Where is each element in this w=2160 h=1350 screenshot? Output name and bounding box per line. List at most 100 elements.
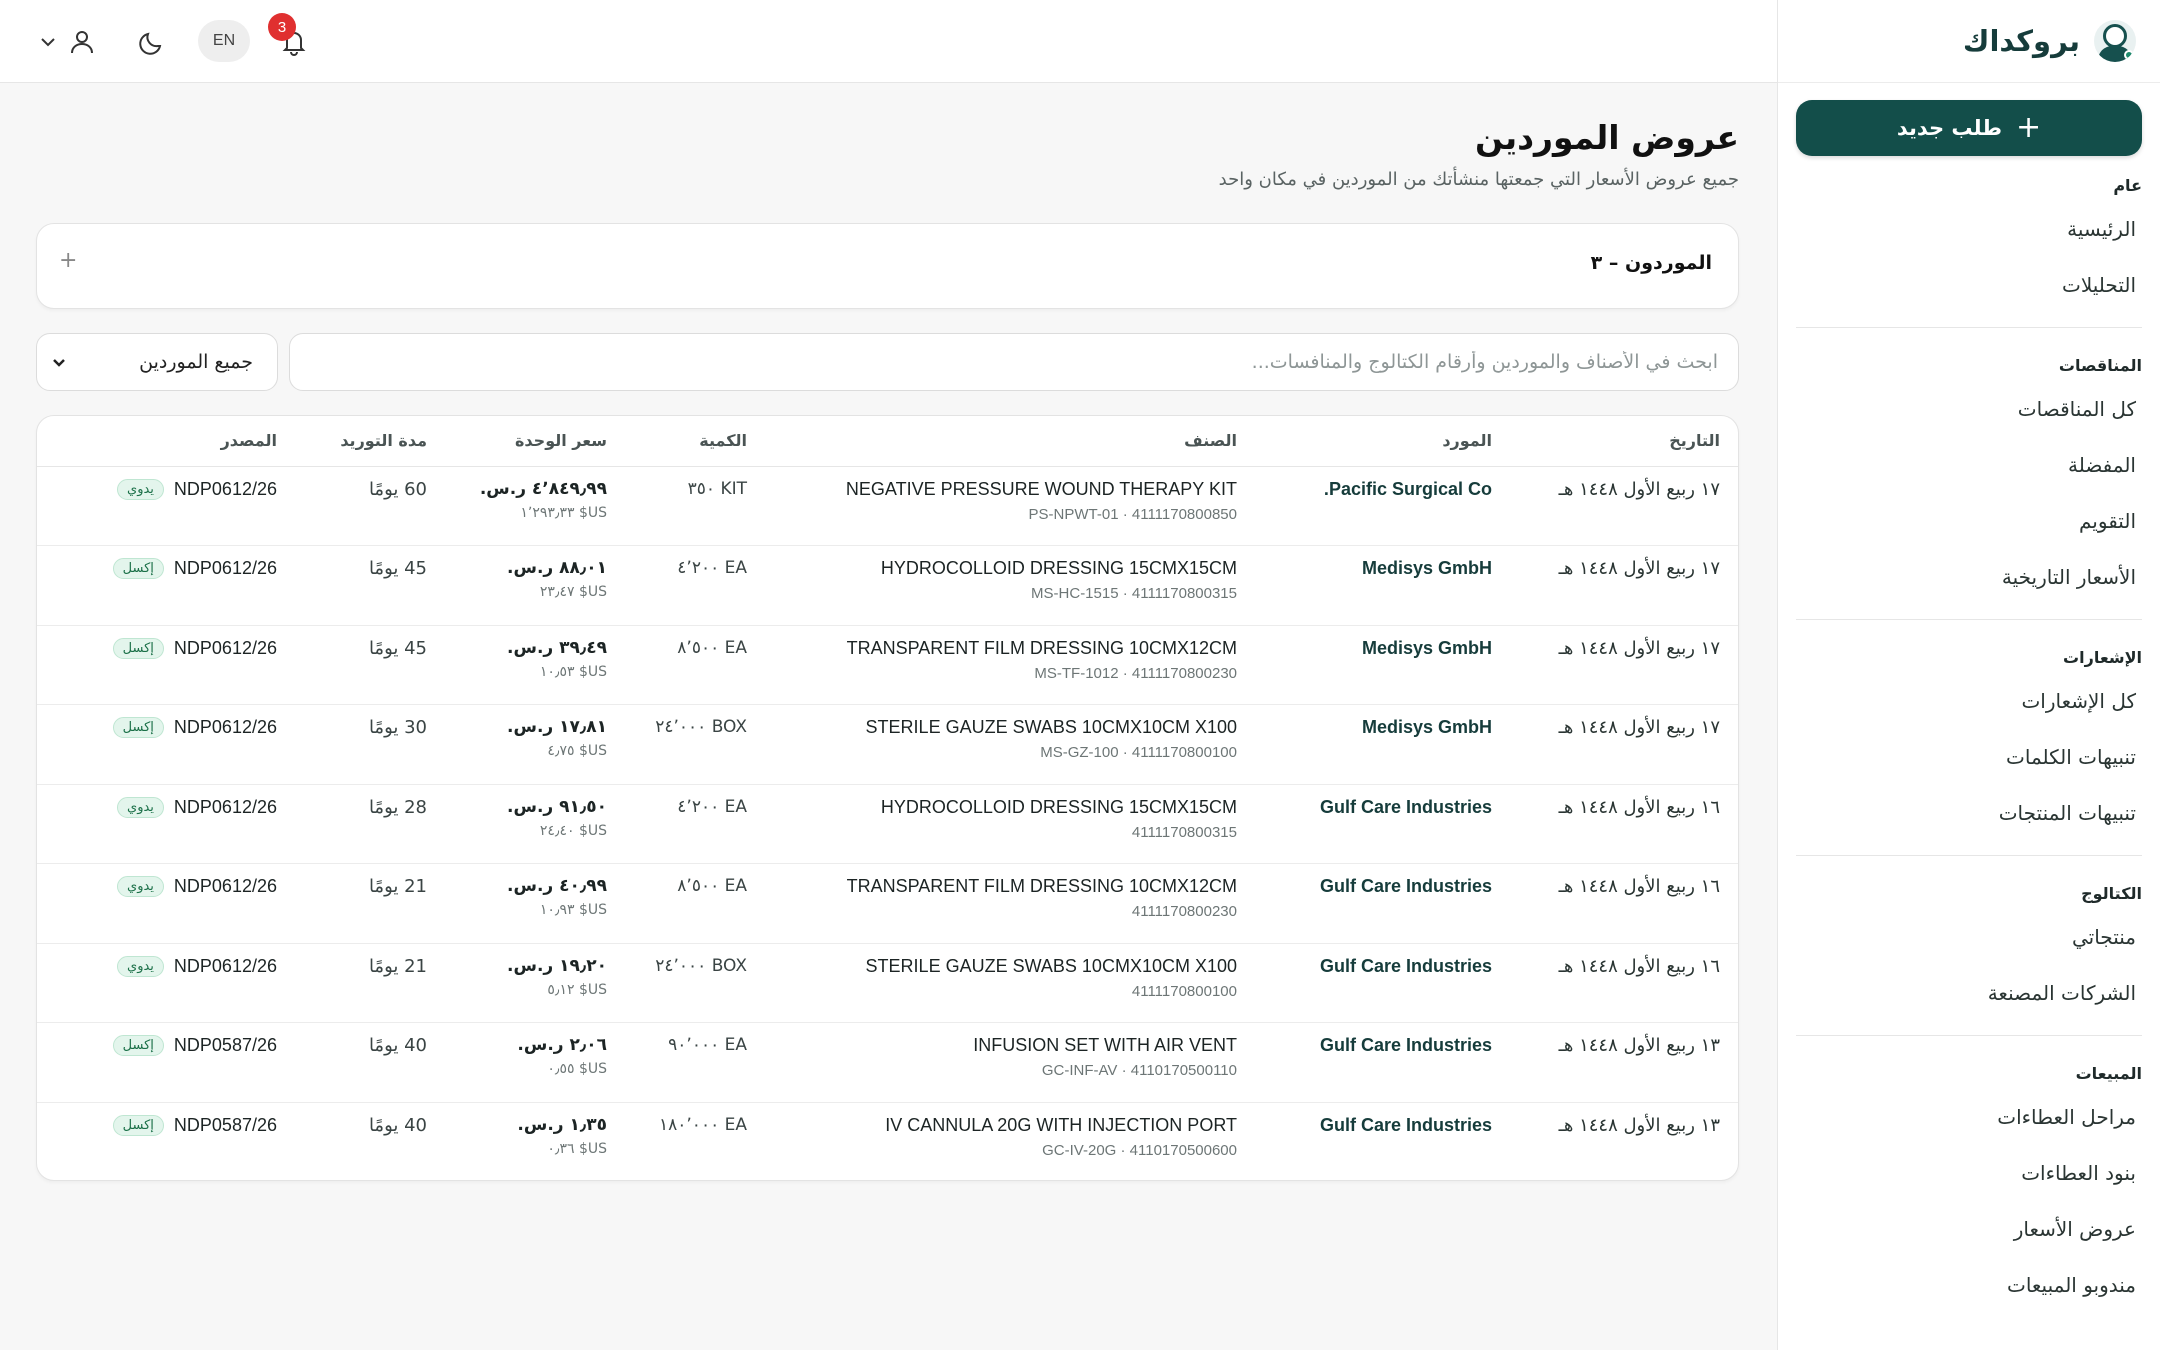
cell-lead-time: 21 يومًا — [295, 943, 445, 1023]
supplier-filter-select[interactable]: جميع الموردين — [36, 333, 278, 391]
notification-badge: 3 — [268, 13, 296, 41]
cell-supplier[interactable]: Medisys GmbH — [1255, 704, 1510, 785]
cell-date: ١٦ ربيع الأول ١٤٤٨ هـ — [1510, 863, 1738, 944]
cell-source: إكسل NDP0612/26 — [37, 545, 295, 626]
price-usd: US$ ١٬٢٩٣٫٣٣ — [520, 504, 607, 521]
price-usd: US$ ٢٣٫٤٧ — [539, 584, 607, 600]
source-ref[interactable]: NDP0612/26 — [174, 479, 277, 500]
sidebar-item[interactable]: بنود العطاءات — [1778, 1147, 2160, 1203]
cell-qty: EA ٤٬٢٠٠ — [625, 784, 765, 864]
source-ref[interactable]: NDP0612/26 — [174, 558, 277, 579]
table-row[interactable]: ١٣ ربيع الأول ١٤٤٨ هـ Gulf Care Industri… — [37, 1022, 1738, 1103]
bell-icon[interactable]: 3 — [268, 13, 314, 62]
cell-date: ١٦ ربيع الأول ١٤٤٨ هـ — [1510, 784, 1738, 864]
cell-item: STERILE GAUZE SWABS 10CMX10CM X100 MS-GZ… — [765, 704, 1255, 785]
sidebar-item[interactable]: كل المناقصات — [1778, 383, 2160, 439]
cell-supplier[interactable]: Medisys GmbH — [1255, 545, 1510, 626]
cell-supplier[interactable]: Gulf Care Industries — [1255, 1022, 1510, 1103]
language-toggle[interactable]: EN — [198, 20, 250, 62]
col-price[interactable]: سعر الوحدة — [445, 416, 625, 467]
cell-qty: BOX ٢٤٬٠٠٠ — [625, 943, 765, 1023]
cell-item: NEGATIVE PRESSURE WOUND THERAPY KIT PS-N… — [765, 466, 1255, 546]
quotes-table-card: التاريخ المورد الصنف الكمية سعر الوحدة م… — [36, 415, 1739, 1181]
col-item[interactable]: الصنف — [765, 416, 1255, 467]
sidebar-item[interactable]: التحليلات — [1778, 259, 2160, 315]
main-content: عروض الموردين جميع عروض الأسعار التي جمع… — [0, 83, 1777, 1350]
sidebar-item[interactable]: منتجاتي — [1778, 911, 2160, 967]
sidebar-item[interactable]: الشركات المصنعة — [1778, 967, 2160, 1023]
nav-section-title: عام — [2113, 176, 2142, 195]
source-ref[interactable]: NDP0612/26 — [174, 797, 277, 818]
sidebar-item[interactable]: كل الإشعارات — [1778, 675, 2160, 731]
cell-item: INFUSION SET WITH AIR VENT GC-INF-AV · 4… — [765, 1022, 1255, 1103]
table-row[interactable]: ١٧ ربيع الأول ١٤٤٨ هـ Medisys GmbH TRANS… — [37, 625, 1738, 705]
cell-source: يدوي NDP0612/26 — [37, 943, 295, 1023]
moon-icon[interactable] — [132, 22, 172, 62]
suppliers-panel[interactable]: الموردون – ٣ + — [36, 223, 1739, 309]
sidebar-item[interactable]: تنبيهات المنتجات — [1778, 787, 2160, 843]
item-code: MS-GZ-100 · 4111170800100 — [1040, 744, 1237, 761]
cell-supplier[interactable]: Medisys GmbH — [1255, 625, 1510, 705]
sidebar-item[interactable]: مراحل العطاءات — [1778, 1091, 2160, 1147]
col-supplier[interactable]: المورد — [1255, 416, 1510, 467]
table-row[interactable]: ١٧ ربيع الأول ١٤٤٨ هـ Medisys GmbH STERI… — [37, 704, 1738, 785]
sidebar-item[interactable]: التقويم — [1778, 495, 2160, 551]
table-row[interactable]: ١٦ ربيع الأول ١٤٤٨ هـ Gulf Care Industri… — [37, 943, 1738, 1023]
suppliers-label: الموردون – ٣ — [1590, 252, 1712, 274]
table-row[interactable]: ١٧ ربيع الأول ١٤٤٨ هـ Pacific Surgical C… — [37, 466, 1738, 546]
cell-supplier[interactable]: Pacific Surgical Co. — [1255, 466, 1510, 546]
cell-supplier[interactable]: Gulf Care Industries — [1255, 943, 1510, 1023]
cell-supplier[interactable]: Gulf Care Industries — [1255, 863, 1510, 944]
table-row[interactable]: ١٦ ربيع الأول ١٤٤٨ هـ Gulf Care Industri… — [37, 784, 1738, 864]
cell-source: يدوي NDP0612/26 — [37, 863, 295, 944]
source-ref[interactable]: NDP0612/26 — [174, 717, 277, 738]
sidebar-item[interactable]: المفضلة — [1778, 439, 2160, 495]
price-sar: ٨٨٫٠١ ر.س. — [507, 558, 607, 578]
sidebar-item[interactable]: تنبيهات الكلمات — [1778, 731, 2160, 787]
col-source[interactable]: المصدر — [37, 416, 295, 467]
item-code: MS-HC-1515 · 4111170800315 — [1031, 585, 1237, 602]
new-request-button[interactable]: + طلب جديد — [1796, 100, 2142, 156]
search-input[interactable] — [289, 333, 1739, 391]
cell-lead-time: 30 يومًا — [295, 704, 445, 785]
brand-logo — [2094, 20, 2136, 62]
col-qty[interactable]: الكمية — [625, 416, 765, 467]
source-ref[interactable]: NDP0612/26 — [174, 956, 277, 977]
table-row[interactable]: ١٧ ربيع الأول ١٤٤٨ هـ Medisys GmbH HYDRO… — [37, 545, 1738, 626]
sidebar-item[interactable]: عروض الأسعار — [1778, 1203, 2160, 1259]
cell-supplier[interactable]: Gulf Care Industries — [1255, 784, 1510, 864]
source-ref[interactable]: NDP0612/26 — [174, 638, 277, 659]
brand-name: بروكداك — [1962, 24, 2080, 58]
table-row[interactable]: ١٣ ربيع الأول ١٤٤٨ هـ Gulf Care Industri… — [37, 1102, 1738, 1180]
col-lead[interactable]: مدة التوريد — [295, 416, 445, 467]
cell-source: إكسل NDP0587/26 — [37, 1102, 295, 1180]
col-date[interactable]: التاريخ — [1510, 416, 1738, 467]
cell-lead-time: 45 يومًا — [295, 545, 445, 626]
item-code: MS-TF-1012 · 4111170800230 — [1034, 664, 1237, 682]
cell-qty: KIT ٣٥٠ — [625, 466, 765, 546]
page-subtitle: جميع عروض الأسعار التي جمعتها منشأتك من … — [1218, 169, 1739, 190]
table-row[interactable]: ١٦ ربيع الأول ١٤٤٨ هـ Gulf Care Industri… — [37, 863, 1738, 944]
nav-section-title: المبيعات — [2075, 1064, 2142, 1083]
sidebar-item[interactable]: الأسعار التاريخية — [1778, 551, 2160, 607]
cell-date: ١٣ ربيع الأول ١٤٤٨ هـ — [1510, 1022, 1738, 1103]
price-sar: ٢٫٠٦ ر.س. — [517, 1035, 607, 1055]
sidebar-item[interactable]: مندوبو المبيعات — [1778, 1259, 2160, 1315]
cell-price: ٤٠٫٩٩ ر.س. US$ ١٠٫٩٣ — [445, 863, 625, 944]
nav-divider — [1796, 1035, 2142, 1036]
cell-date: ١٧ ربيع الأول ١٤٤٨ هـ — [1510, 625, 1738, 705]
source-ref[interactable]: NDP0587/26 — [174, 1115, 277, 1136]
cell-supplier[interactable]: Gulf Care Industries — [1255, 1102, 1510, 1180]
price-sar: ٣٩٫٤٩ ر.س. — [507, 637, 607, 658]
user-icon[interactable] — [62, 22, 102, 62]
sidebar-item[interactable]: الرئيسية — [1778, 203, 2160, 259]
expand-plus-icon[interactable]: + — [59, 248, 77, 273]
cell-lead-time: 21 يومًا — [295, 863, 445, 944]
price-usd: US$ ١٠٫٩٣ — [539, 902, 607, 918]
source-ref[interactable]: NDP0587/26 — [174, 1035, 277, 1056]
brand[interactable]: بروكداك — [1778, 0, 2160, 83]
cell-source: إكسل NDP0612/26 — [37, 625, 295, 705]
price-sar: ١٫٣٥ ر.س. — [517, 1114, 607, 1135]
source-ref[interactable]: NDP0612/26 — [174, 876, 277, 897]
source-type-badge: إكسل — [112, 558, 164, 579]
